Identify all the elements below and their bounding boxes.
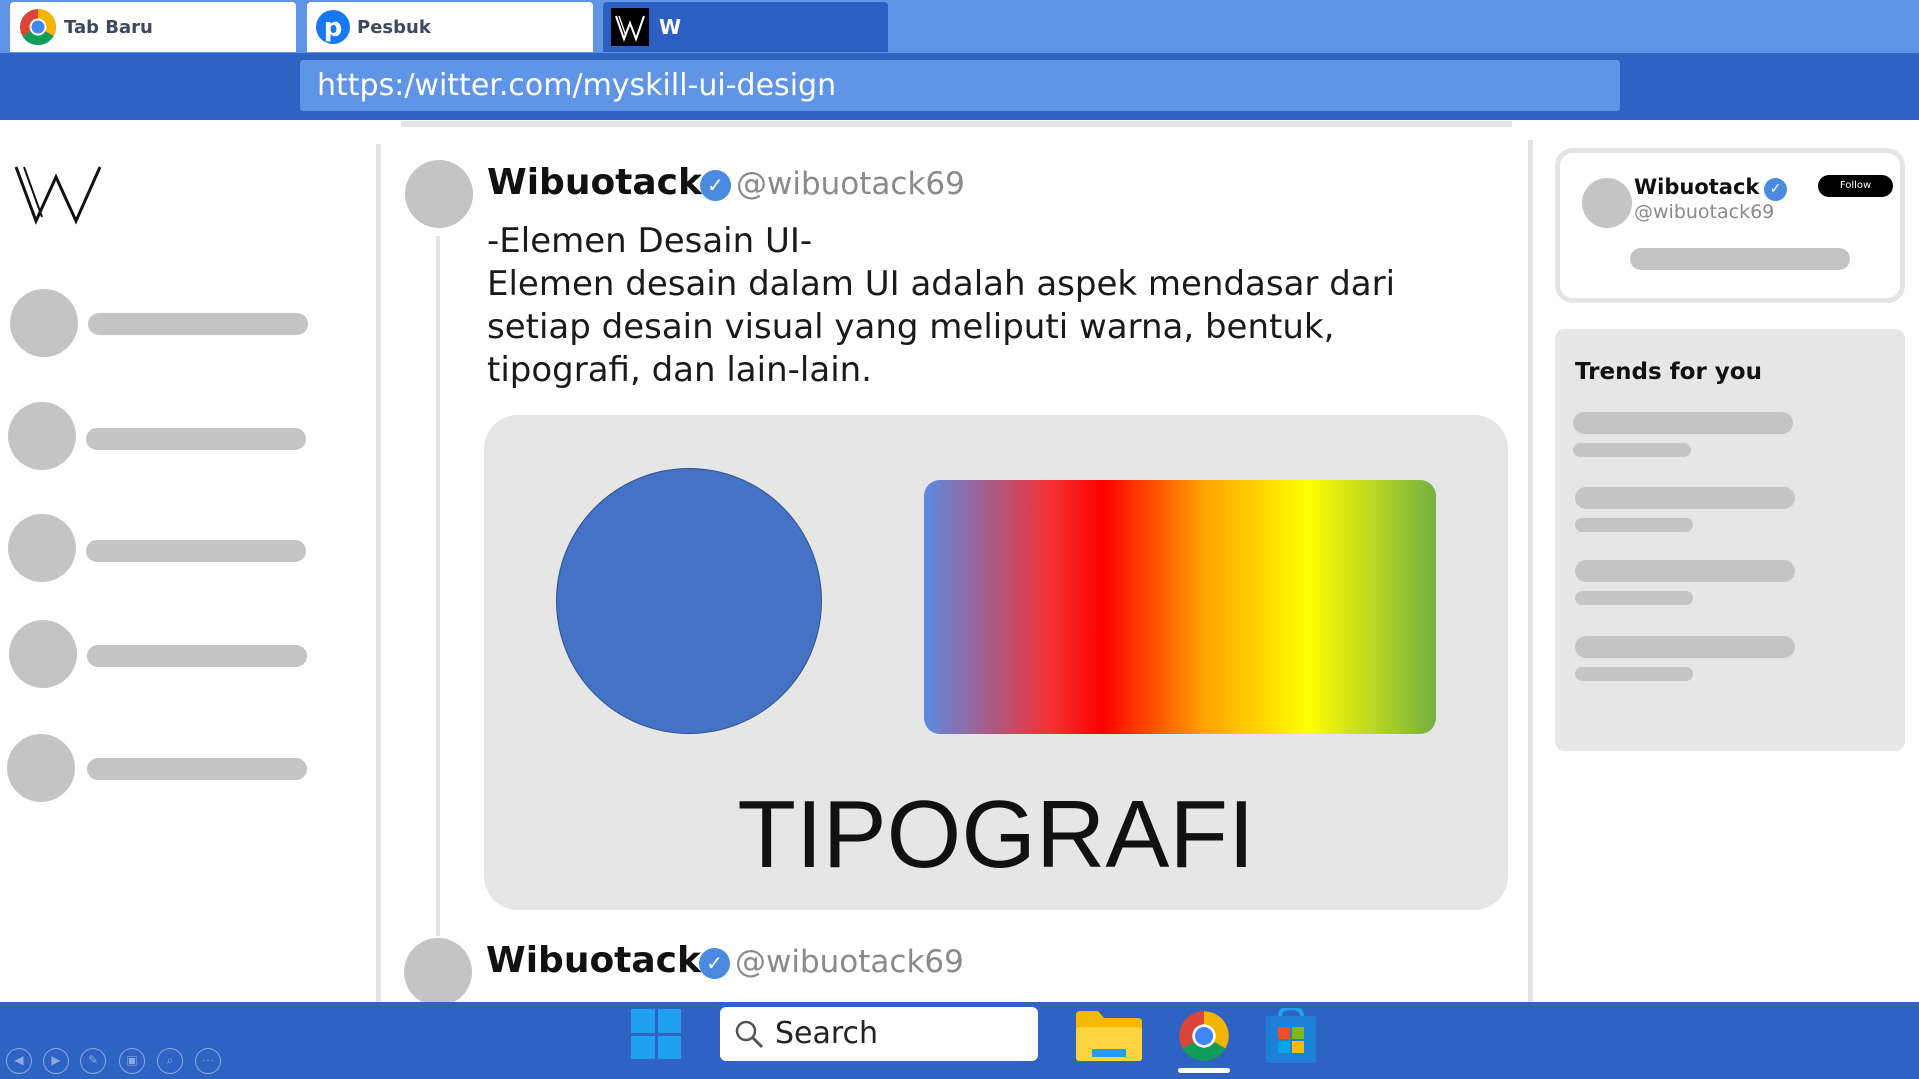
typography-word: TIPOGRAFI <box>737 781 1255 888</box>
trend-item-placeholder[interactable] <box>1575 487 1795 509</box>
active-app-indicator <box>1178 1068 1230 1073</box>
chrome-icon[interactable] <box>1178 1010 1230 1062</box>
nav-label-placeholder <box>86 540 306 562</box>
nav-icon-placeholder <box>10 289 78 357</box>
sidebar-nav-item[interactable] <box>9 620 309 690</box>
post-text-line: setiap desain visual yang meliputi warna… <box>487 307 1335 347</box>
tab-w[interactable]: W <box>603 2 888 52</box>
thread-line <box>436 236 440 936</box>
next-icon[interactable]: ▶ <box>43 1048 69 1074</box>
pen-icon[interactable]: ✎ <box>80 1048 106 1074</box>
svg-text:p: p <box>324 13 343 43</box>
bio-placeholder <box>1630 248 1850 270</box>
trend-item-placeholder[interactable] <box>1575 560 1795 582</box>
tab-tab-baru[interactable]: Tab Baru <box>10 2 296 52</box>
trend-meta-placeholder <box>1575 591 1693 605</box>
post-text-line: -Elemen Desain UI- <box>487 221 813 261</box>
post-handle[interactable]: @wibuotack69 <box>736 166 965 202</box>
suggested-user-handle[interactable]: @wibuotack69 <box>1634 201 1774 223</box>
post-author-name[interactable]: Wibuotack <box>487 162 702 203</box>
nav-label-placeholder <box>87 645 307 667</box>
trends-panel: Trends for you <box>1555 329 1905 751</box>
slides-grid-icon[interactable]: ▣ <box>119 1048 145 1074</box>
zoom-icon[interactable]: ⌕ <box>157 1048 183 1074</box>
address-bar: https:/witter.com/myskill-ui-design <box>0 53 1919 120</box>
post-avatar[interactable] <box>405 160 473 228</box>
trend-meta-placeholder <box>1575 518 1693 532</box>
file-explorer-icon[interactable] <box>1076 1011 1142 1061</box>
post-text-line: tipografi, dan lain-lain. <box>487 350 872 390</box>
browser-tab-bar: Tab Baru p Pesbuk W <box>0 0 1919 53</box>
trend-meta-placeholder <box>1575 667 1693 681</box>
who-to-follow-card: Wibuotack ✓ @wibuotack69 Follow <box>1555 148 1905 303</box>
post-handle[interactable]: @wibuotack69 <box>735 944 964 980</box>
trend-item-placeholder[interactable] <box>1575 636 1795 658</box>
nav-label-placeholder <box>86 428 306 450</box>
nav-label-placeholder <box>88 313 308 335</box>
more-options-icon[interactable]: ⋯ <box>195 1048 221 1074</box>
url-input[interactable]: https:/witter.com/myskill-ui-design <box>300 60 1620 111</box>
tab-label: W <box>659 15 682 39</box>
chrome-icon <box>20 8 57 46</box>
post-avatar[interactable] <box>404 938 472 1006</box>
w-logo-icon[interactable] <box>14 163 104 225</box>
sidebar-nav-item[interactable] <box>8 402 308 472</box>
color-gradient-illustration <box>924 480 1436 734</box>
verified-badge-icon: ✓ <box>700 170 731 201</box>
tab-label: Tab Baru <box>64 16 153 38</box>
suggested-user-name[interactable]: Wibuotack <box>1634 175 1759 199</box>
post-media-card[interactable]: TIPOGRAFI <box>484 415 1508 910</box>
feed-top-divider <box>401 121 1512 127</box>
sidebar-nav-item[interactable] <box>10 289 310 359</box>
sidebar-nav-item[interactable] <box>7 734 307 804</box>
taskbar-search-input[interactable]: Search <box>720 1007 1038 1061</box>
pesbuk-icon: p <box>316 10 350 44</box>
avatar[interactable] <box>1582 178 1632 228</box>
nav-icon-placeholder <box>8 402 76 470</box>
feed-left-divider <box>376 144 381 1002</box>
previous-icon[interactable]: ◀ <box>6 1048 32 1074</box>
w-logo-icon <box>611 8 649 46</box>
shape-circle-illustration <box>556 468 822 734</box>
follow-button[interactable]: Follow <box>1818 175 1893 197</box>
nav-label-placeholder <box>87 758 307 780</box>
verified-badge-icon: ✓ <box>699 948 730 979</box>
feed-right-divider <box>1528 140 1533 1002</box>
post-author-name[interactable]: Wibuotack <box>486 940 701 981</box>
trend-item-placeholder[interactable] <box>1573 412 1793 434</box>
windows-start-icon[interactable] <box>631 1009 681 1059</box>
trends-title: Trends for you <box>1575 359 1762 385</box>
nav-icon-placeholder <box>7 734 75 802</box>
nav-icon-placeholder <box>8 514 76 582</box>
search-label: Search <box>775 1016 879 1051</box>
tab-label: Pesbuk <box>357 16 431 38</box>
sidebar-nav-item[interactable] <box>8 514 308 584</box>
verified-badge-icon: ✓ <box>1764 178 1787 201</box>
taskbar: Search <box>0 1002 1919 1079</box>
microsoft-store-icon[interactable] <box>1266 1008 1316 1063</box>
search-icon <box>735 1020 764 1049</box>
nav-icon-placeholder <box>9 620 77 688</box>
tab-pesbuk[interactable]: p Pesbuk <box>307 2 593 52</box>
post-text-line: Elemen desain dalam UI adalah aspek mend… <box>487 264 1396 304</box>
trend-meta-placeholder <box>1573 443 1691 457</box>
